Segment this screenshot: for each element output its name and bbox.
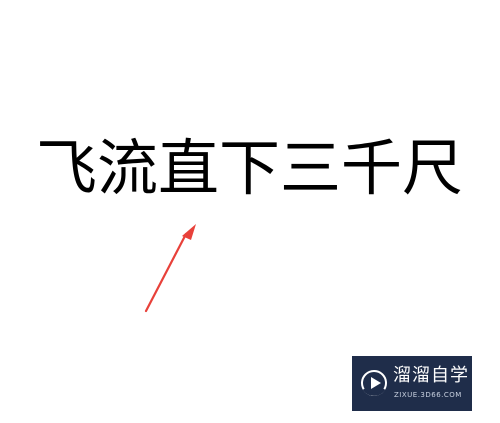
watermark-url: ZIXUE.3D66.COM — [394, 391, 462, 399]
arrow-head — [182, 224, 196, 240]
watermark: 溜溜自学 ZIXUE.3D66.COM — [352, 356, 472, 411]
arrow-shaft — [144, 232, 188, 313]
poem-line-text: 飞流直下三千尺 — [36, 133, 464, 204]
play-logo-icon — [361, 370, 387, 396]
canvas: 飞流直下三千尺 溜溜自学 ZIXUE.3D66.COM — [0, 0, 500, 423]
watermark-name: 溜溜自学 — [393, 365, 469, 386]
